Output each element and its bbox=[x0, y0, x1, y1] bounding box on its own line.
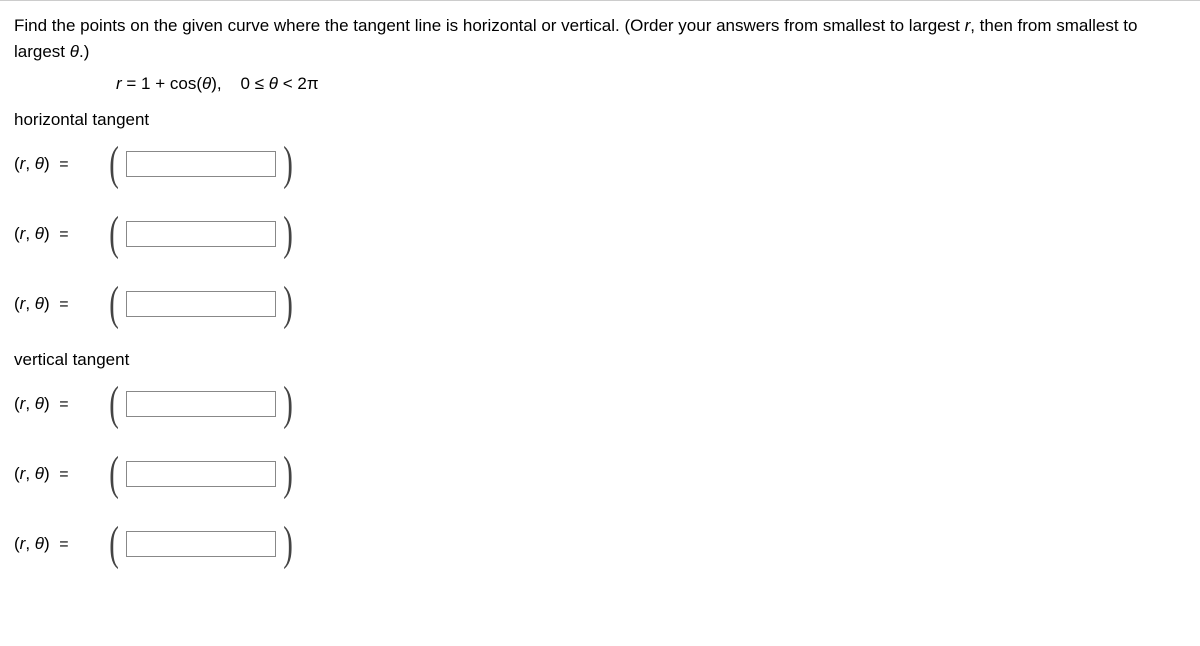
answer-input-v3[interactable] bbox=[126, 531, 276, 557]
answer-row-v2: (r, θ) = ( ) bbox=[14, 450, 1186, 498]
question-prompt: Find the points on the given curve where… bbox=[14, 13, 1186, 64]
range-pre: 0 ≤ bbox=[241, 74, 269, 93]
rtheta-label: (r, θ) = bbox=[14, 394, 106, 414]
answer-row-v3: (r, θ) = ( ) bbox=[14, 520, 1186, 568]
answer-input-v1[interactable] bbox=[126, 391, 276, 417]
paren-close-icon: ) bbox=[283, 384, 293, 424]
answer-row-v1: (r, θ) = ( ) bbox=[14, 380, 1186, 428]
answer-row-h3: (r, θ) = ( ) bbox=[14, 280, 1186, 328]
paren-close-icon: ) bbox=[283, 284, 293, 324]
paren-open-icon: ( bbox=[109, 454, 119, 494]
rtheta-label: (r, θ) = bbox=[14, 534, 106, 554]
rtheta-label: (r, θ) = bbox=[14, 294, 106, 314]
answer-input-h3[interactable] bbox=[126, 291, 276, 317]
paren-open-icon: ( bbox=[109, 524, 119, 564]
range-theta: θ bbox=[269, 74, 278, 93]
prompt-var-theta: θ bbox=[70, 42, 79, 61]
paren-open-icon: ( bbox=[109, 384, 119, 424]
paren-open-icon: ( bbox=[109, 144, 119, 184]
paren-close-icon: ) bbox=[283, 454, 293, 494]
eq-theta: θ bbox=[202, 74, 211, 93]
eq-close: ), bbox=[211, 74, 221, 93]
horizontal-tangent-label: horizontal tangent bbox=[14, 110, 1186, 130]
paren-close-icon: ) bbox=[283, 214, 293, 254]
answer-row-h1: (r, θ) = ( ) bbox=[14, 140, 1186, 188]
rtheta-label: (r, θ) = bbox=[14, 224, 106, 244]
prompt-part3: .) bbox=[79, 42, 89, 61]
paren-open-icon: ( bbox=[109, 214, 119, 254]
answer-row-h2: (r, θ) = ( ) bbox=[14, 210, 1186, 258]
answer-input-v2[interactable] bbox=[126, 461, 276, 487]
eq-mid: = 1 + cos( bbox=[122, 74, 202, 93]
vertical-tangent-label: vertical tangent bbox=[14, 350, 1186, 370]
question-container: Find the points on the given curve where… bbox=[0, 0, 1200, 602]
range-post: < 2π bbox=[278, 74, 319, 93]
equation: r = 1 + cos(θ), 0 ≤ θ < 2π bbox=[116, 74, 1186, 94]
answer-input-h2[interactable] bbox=[126, 221, 276, 247]
paren-close-icon: ) bbox=[283, 144, 293, 184]
answer-input-h1[interactable] bbox=[126, 151, 276, 177]
rtheta-label: (r, θ) = bbox=[14, 154, 106, 174]
paren-close-icon: ) bbox=[283, 524, 293, 564]
paren-open-icon: ( bbox=[109, 284, 119, 324]
prompt-part1: Find the points on the given curve where… bbox=[14, 16, 965, 35]
rtheta-label: (r, θ) = bbox=[14, 464, 106, 484]
